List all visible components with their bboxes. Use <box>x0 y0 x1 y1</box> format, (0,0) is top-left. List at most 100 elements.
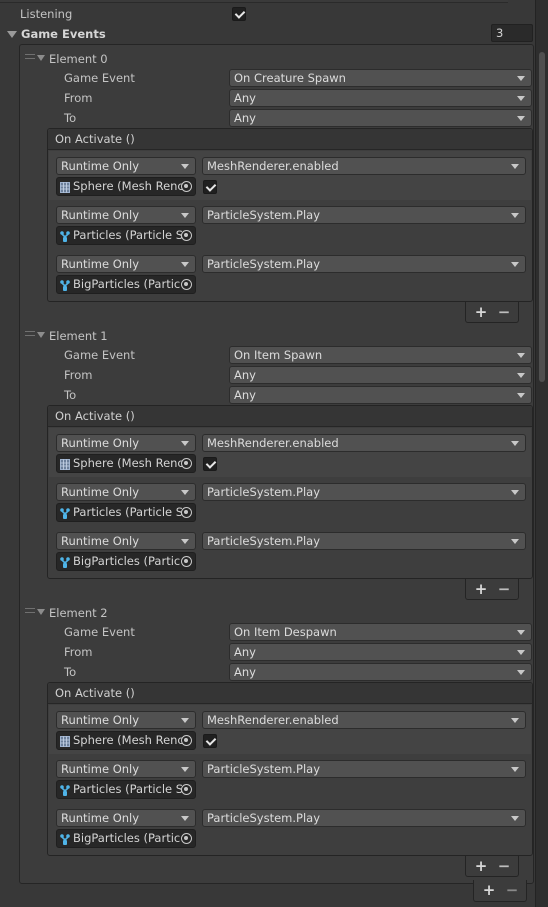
dropdown-caret-icon <box>511 767 519 772</box>
runtime-mode-dropdown[interactable]: Runtime Only <box>56 483 196 501</box>
object-picker-icon[interactable] <box>181 735 192 746</box>
add-element-button[interactable]: + <box>480 881 498 899</box>
object-picker-icon[interactable] <box>181 279 192 290</box>
function-dropdown[interactable]: ParticleSystem.Play <box>202 483 526 501</box>
listener-row[interactable]: Runtime Only ParticleSystem.Play Particles… <box>49 754 531 803</box>
from-label: From <box>64 368 93 382</box>
object-picker-icon[interactable] <box>181 181 192 192</box>
to-label: To <box>64 111 77 125</box>
function-dropdown[interactable]: MeshRenderer.enabled <box>202 434 526 452</box>
element-drag-handle[interactable] <box>25 331 35 336</box>
listener-row[interactable]: Runtime Only ParticleSystem.Play Particles… <box>49 200 531 249</box>
target-object-field[interactable]: BigParticles (Partic <box>56 275 196 294</box>
function-dropdown[interactable]: ParticleSystem.Play <box>202 809 526 827</box>
object-picker-icon[interactable] <box>181 230 192 241</box>
bool-argument-checkbox[interactable] <box>203 180 217 194</box>
function-dropdown[interactable]: ParticleSystem.Play <box>202 532 526 550</box>
runtime-mode-dropdown[interactable]: Runtime Only <box>56 255 196 273</box>
game-events-size-field[interactable]: 3 <box>491 24 533 42</box>
object-picker-icon[interactable] <box>181 507 192 518</box>
function-value: ParticleSystem.Play <box>207 811 321 825</box>
target-object-field[interactable]: Sphere (Mesh Renc <box>56 177 196 196</box>
function-dropdown[interactable]: MeshRenderer.enabled <box>202 711 526 729</box>
from-dropdown[interactable]: Any <box>229 89 532 107</box>
function-dropdown[interactable]: ParticleSystem.Play <box>202 255 526 273</box>
bool-argument-checkbox[interactable] <box>203 457 217 471</box>
target-object-field[interactable]: Sphere (Mesh Renc <box>56 731 196 750</box>
runtime-mode-value: Runtime Only <box>61 811 140 825</box>
game-event-dropdown[interactable]: On Item Despawn <box>229 623 532 641</box>
function-dropdown[interactable]: MeshRenderer.enabled <box>202 157 526 175</box>
listener-row[interactable]: Runtime Only ParticleSystem.Play BigPartic… <box>49 526 531 575</box>
object-picker-icon[interactable] <box>181 833 192 844</box>
element-label[interactable]: Element 0 <box>49 50 108 68</box>
target-object-field[interactable]: Particles (Particle S <box>56 503 196 522</box>
on-activate-header: On Activate () <box>48 683 532 704</box>
on-activate-event: On Activate () Runtime Only MeshRenderer.e… <box>47 128 533 302</box>
to-dropdown[interactable]: Any <box>229 109 532 127</box>
runtime-mode-dropdown[interactable]: Runtime Only <box>56 809 196 827</box>
element-label[interactable]: Element 2 <box>49 604 108 622</box>
listening-checkbox[interactable] <box>232 7 246 21</box>
target-object-field[interactable]: BigParticles (Partic <box>56 552 196 571</box>
remove-element-button[interactable]: − <box>503 881 521 899</box>
add-listener-button[interactable]: + <box>472 303 490 321</box>
from-dropdown[interactable]: Any <box>229 643 532 661</box>
mesh-renderer-icon <box>60 735 70 747</box>
object-picker-icon[interactable] <box>181 458 192 469</box>
to-dropdown[interactable]: Any <box>229 386 532 404</box>
dropdown-caret-icon <box>511 213 519 218</box>
dropdown-caret-icon <box>511 816 519 821</box>
object-picker-icon[interactable] <box>181 784 192 795</box>
runtime-mode-dropdown[interactable]: Runtime Only <box>56 157 196 175</box>
target-object-field[interactable]: Particles (Particle S <box>56 226 196 245</box>
scrollbar-thumb[interactable] <box>539 52 545 382</box>
element-drag-handle[interactable] <box>25 54 35 59</box>
listener-row[interactable]: Runtime Only ParticleSystem.Play Particles… <box>49 477 531 526</box>
foldout-arrow-icon[interactable] <box>7 31 17 38</box>
listener-row[interactable]: Runtime Only ParticleSystem.Play BigPartic… <box>49 803 531 852</box>
object-picker-icon[interactable] <box>181 556 192 567</box>
element-foldout-arrow-icon[interactable] <box>37 332 45 338</box>
runtime-mode-dropdown[interactable]: Runtime Only <box>56 711 196 729</box>
function-dropdown[interactable]: ParticleSystem.Play <box>202 760 526 778</box>
remove-listener-button[interactable]: − <box>495 303 513 321</box>
on-activate-event: On Activate () Runtime Only MeshRenderer.e… <box>47 682 533 856</box>
listener-row[interactable]: Runtime Only ParticleSystem.Play BigPartic… <box>49 249 531 298</box>
element-label[interactable]: Element 1 <box>49 327 108 345</box>
game-event-dropdown[interactable]: On Item Spawn <box>229 346 532 364</box>
add-listener-button[interactable]: + <box>472 857 490 875</box>
particle-system-icon <box>60 230 70 242</box>
element-drag-handle[interactable] <box>25 608 35 613</box>
remove-listener-button[interactable]: − <box>495 857 513 875</box>
listener-row[interactable]: Runtime Only MeshRenderer.enabled Sphere (… <box>49 705 531 754</box>
element-foldout-arrow-icon[interactable] <box>37 609 45 615</box>
target-object-field[interactable]: Sphere (Mesh Renc <box>56 454 196 473</box>
dropdown-caret-icon <box>181 718 189 723</box>
target-object-field[interactable]: BigParticles (Partic <box>56 829 196 848</box>
game-event-label: Game Event <box>64 348 135 362</box>
to-dropdown[interactable]: Any <box>229 663 532 681</box>
add-listener-button[interactable]: + <box>472 580 490 598</box>
dropdown-caret-icon <box>181 490 189 495</box>
bool-argument-checkbox[interactable] <box>203 734 217 748</box>
runtime-mode-dropdown[interactable]: Runtime Only <box>56 532 196 550</box>
particle-system-icon <box>60 784 70 796</box>
element-foldout-arrow-icon[interactable] <box>37 55 45 61</box>
target-object-field[interactable]: Particles (Particle S <box>56 780 196 799</box>
mesh-renderer-icon <box>60 181 70 193</box>
dropdown-caret-icon <box>517 353 525 358</box>
remove-listener-button[interactable]: − <box>495 580 513 598</box>
inspector-scrollbar[interactable] <box>535 0 548 907</box>
dropdown-caret-icon <box>181 213 189 218</box>
listener-row[interactable]: Runtime Only MeshRenderer.enabled Sphere (… <box>49 151 531 200</box>
runtime-mode-dropdown[interactable]: Runtime Only <box>56 434 196 452</box>
from-dropdown[interactable]: Any <box>229 366 532 384</box>
listener-row[interactable]: Runtime Only MeshRenderer.enabled Sphere (… <box>49 428 531 477</box>
function-dropdown[interactable]: ParticleSystem.Play <box>202 206 526 224</box>
target-object-name: BigParticles (Partic <box>73 554 181 568</box>
game-event-dropdown[interactable]: On Creature Spawn <box>229 69 532 87</box>
function-value: ParticleSystem.Play <box>207 534 321 548</box>
runtime-mode-dropdown[interactable]: Runtime Only <box>56 206 196 224</box>
runtime-mode-dropdown[interactable]: Runtime Only <box>56 760 196 778</box>
